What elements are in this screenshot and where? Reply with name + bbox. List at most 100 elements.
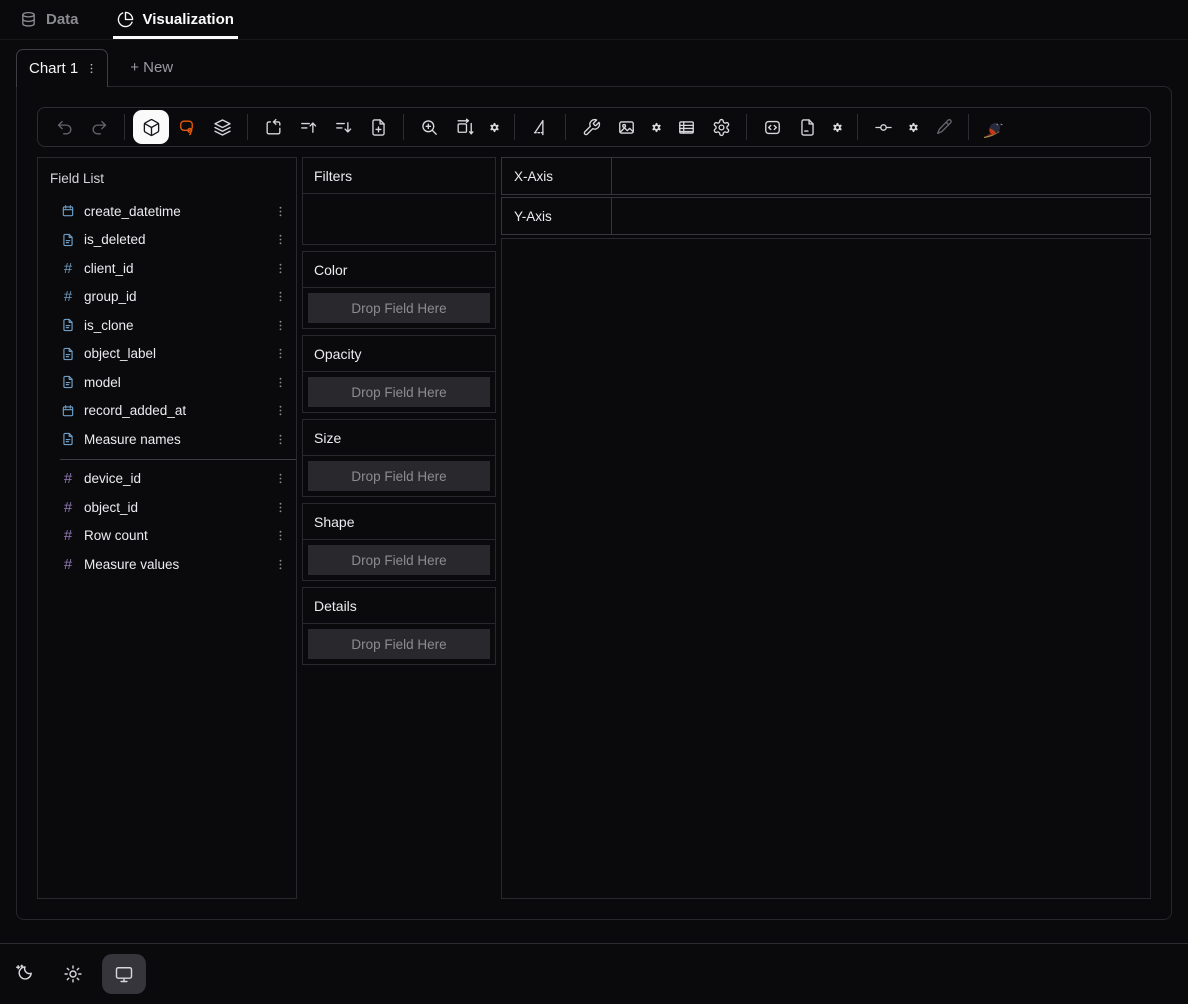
- table-view-button[interactable]: [669, 111, 703, 143]
- export-image-icon: [617, 118, 636, 137]
- system-mode-button[interactable]: [102, 954, 146, 994]
- commit-slider-settings-button[interactable]: [901, 111, 925, 143]
- shape-title: Shape: [303, 504, 495, 540]
- layers-button[interactable]: [205, 111, 239, 143]
- size-title: Size: [303, 420, 495, 456]
- export-image-settings-icon: [651, 122, 662, 133]
- field-menu-icon[interactable]: [271, 316, 289, 334]
- export-image-button[interactable]: [609, 111, 643, 143]
- commit-slider-settings-icon: [908, 122, 919, 133]
- field-item-is_deleted[interactable]: is_deleted: [38, 226, 296, 255]
- bird-logo-button[interactable]: [977, 111, 1011, 143]
- hash-icon: #: [60, 528, 76, 543]
- tab-data[interactable]: Data: [16, 0, 83, 39]
- sort-ascending-button[interactable]: [291, 111, 325, 143]
- tab-visualization[interactable]: Visualization: [113, 0, 238, 39]
- hash-icon: #: [60, 471, 76, 486]
- x-axis-row: X-Axis: [501, 157, 1151, 195]
- field-item-object_id[interactable]: # object_id: [38, 493, 296, 522]
- filters-drop-area[interactable]: [303, 194, 495, 244]
- embed-code-icon: [763, 118, 782, 137]
- toolbar-divider: [514, 114, 515, 140]
- details-section: Details Drop Field Here: [302, 587, 496, 665]
- chart-canvas[interactable]: [501, 238, 1151, 899]
- bird-logo-icon: [982, 115, 1007, 140]
- size-dropzone[interactable]: Drop Field Here: [308, 461, 490, 491]
- field-menu-icon[interactable]: [271, 470, 289, 488]
- field-item-record_added_at[interactable]: record_added_at: [38, 397, 296, 426]
- field-menu-icon[interactable]: [271, 555, 289, 573]
- field-menu-icon[interactable]: [271, 345, 289, 363]
- color-dropzone[interactable]: Drop Field Here: [308, 293, 490, 323]
- field-list-panel: Field List create_datetime is_deleted # …: [37, 157, 297, 899]
- dark-mode-button[interactable]: [4, 954, 44, 994]
- text-field-icon: [60, 347, 76, 361]
- field-item-group_id[interactable]: # group_id: [38, 283, 296, 312]
- size-section: Size Drop Field Here: [302, 419, 496, 497]
- export-image-settings-button[interactable]: [644, 111, 668, 143]
- field-item-object_label[interactable]: object_label: [38, 340, 296, 369]
- zoom-in-button[interactable]: [412, 111, 446, 143]
- text-field-icon: [60, 318, 76, 332]
- y-axis-row: Y-Axis: [501, 197, 1151, 235]
- commit-slider-button[interactable]: [866, 111, 900, 143]
- lasso-select-button[interactable]: [170, 111, 204, 143]
- theme-switcher: [0, 943, 1188, 1003]
- wrench-button[interactable]: [574, 111, 608, 143]
- settings-button[interactable]: [704, 111, 738, 143]
- field-menu-icon[interactable]: [271, 259, 289, 277]
- workspace: Field List create_datetime is_deleted # …: [37, 157, 1151, 899]
- paintbrush-button[interactable]: [926, 111, 960, 143]
- field-item-is_clone[interactable]: is_clone: [38, 311, 296, 340]
- field-item-client_id[interactable]: # client_id: [38, 254, 296, 283]
- redo-button[interactable]: [82, 111, 116, 143]
- chart-tab-active[interactable]: Chart 1: [16, 49, 108, 87]
- shape-dropzone[interactable]: Drop Field Here: [308, 545, 490, 575]
- light-mode-button[interactable]: [53, 954, 93, 994]
- export-file-button[interactable]: [790, 111, 824, 143]
- undo-button[interactable]: [47, 111, 81, 143]
- lasso-select-icon: [178, 118, 197, 137]
- field-menu-icon[interactable]: [271, 231, 289, 249]
- field-menu-icon[interactable]: [271, 373, 289, 391]
- field-menu-icon[interactable]: [271, 527, 289, 545]
- canvas-size-settings-button[interactable]: [482, 111, 506, 143]
- export-file-settings-button[interactable]: [825, 111, 849, 143]
- field-item-measure-names[interactable]: Measure names: [38, 425, 296, 454]
- hash-icon: #: [60, 557, 76, 572]
- undo-icon: [55, 118, 74, 137]
- toolbar-divider: [565, 114, 566, 140]
- hash-icon: #: [60, 289, 76, 304]
- opacity-dropzone[interactable]: Drop Field Here: [308, 377, 490, 407]
- x-axis-dropzone[interactable]: [612, 158, 1150, 194]
- field-menu-icon[interactable]: [271, 288, 289, 306]
- field-item-create_datetime[interactable]: create_datetime: [38, 197, 296, 226]
- new-chart-button[interactable]: + New: [122, 48, 181, 86]
- table-view-icon: [677, 118, 696, 137]
- field-menu-icon[interactable]: [271, 402, 289, 420]
- field-item-measure-values[interactable]: # Measure values: [38, 550, 296, 579]
- embed-code-button[interactable]: [755, 111, 789, 143]
- y-axis-dropzone[interactable]: [612, 198, 1150, 234]
- canvas-size-button[interactable]: [447, 111, 481, 143]
- opacity-title: Opacity: [303, 336, 495, 372]
- chart-tab-menu-icon[interactable]: [85, 62, 98, 75]
- file-plus-button[interactable]: [361, 111, 395, 143]
- hash-icon: #: [60, 500, 76, 515]
- database-icon: [20, 11, 37, 28]
- monitor-icon: [114, 964, 134, 984]
- angle-ruler-button[interactable]: [523, 111, 557, 143]
- details-dropzone[interactable]: Drop Field Here: [308, 629, 490, 659]
- field-item-row-count[interactable]: # Row count: [38, 522, 296, 551]
- field-item-model[interactable]: model: [38, 368, 296, 397]
- cube-3d-button[interactable]: [133, 110, 169, 144]
- rotate-square-button[interactable]: [256, 111, 290, 143]
- field-menu-icon[interactable]: [271, 430, 289, 448]
- field-menu-icon[interactable]: [271, 498, 289, 516]
- field-menu-icon[interactable]: [271, 202, 289, 220]
- sort-ascending-icon: [299, 118, 318, 137]
- redo-icon: [90, 118, 109, 137]
- field-item-device_id[interactable]: # device_id: [38, 465, 296, 494]
- encodings-panel: Filters Color Drop Field Here Opacity Dr…: [302, 157, 496, 899]
- sort-descending-button[interactable]: [326, 111, 360, 143]
